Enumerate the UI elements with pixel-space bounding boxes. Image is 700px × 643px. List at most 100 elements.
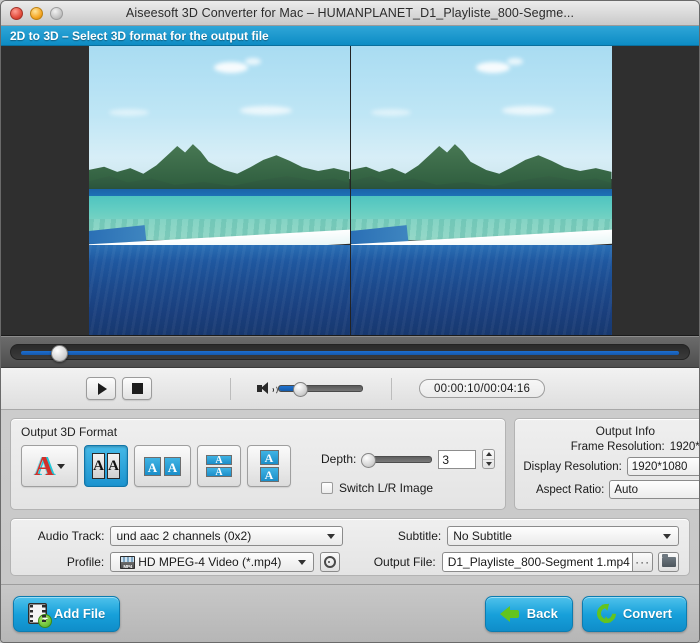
depth-stepper-down[interactable]: [483, 460, 494, 469]
back-button[interactable]: Back: [484, 595, 573, 632]
play-button[interactable]: [86, 377, 116, 400]
add-file-label: Add File: [54, 606, 106, 621]
format-button-top-bottom-full[interactable]: AA: [247, 445, 291, 487]
subtitle-value: No Subtitle: [453, 529, 512, 543]
window-title: Aiseesoft 3D Converter for Mac – HUMANPL…: [125, 6, 575, 20]
output-file-input[interactable]: D1_Playliste_800-Segment 1.mp4: [441, 552, 634, 572]
chevron-down-icon[interactable]: [656, 527, 678, 545]
volume-control[interactable]: [257, 382, 363, 397]
cloud: [213, 62, 248, 73]
output-3d-format-title: Output 3D Format: [21, 425, 118, 439]
depth-stepper-up[interactable]: [483, 450, 495, 460]
depth-slider[interactable]: [361, 452, 433, 468]
chevron-down-icon[interactable]: [291, 553, 313, 571]
chevron-down-icon[interactable]: [56, 463, 65, 469]
switch-lr-label: Switch L/R Image: [339, 481, 434, 495]
frame-resolution-row: Frame Resolution: 1920*1080: [523, 441, 700, 453]
gear-icon: [323, 556, 336, 568]
audio-track-label: Audio Track:: [37, 529, 105, 543]
transport-bar: 00:00:10/00:04:16: [1, 368, 699, 410]
aspect-ratio-select[interactable]: Auto: [609, 480, 699, 499]
output-file-browse-button[interactable]: ···: [633, 552, 654, 572]
output-info-title: Output Info: [595, 424, 656, 438]
output-3d-format-panel: Output 3D Format A AA A A A A A A Depth:…: [10, 418, 507, 510]
format-button-side-by-side-half[interactable]: AA: [134, 445, 191, 487]
add-file-button[interactable]: + Add File: [13, 595, 121, 632]
plus-badge-icon: +: [38, 614, 52, 628]
profile-settings-button[interactable]: [319, 552, 340, 572]
format-button-anaglyph[interactable]: A: [21, 445, 78, 487]
seek-handle[interactable]: [51, 345, 68, 362]
profile-select[interactable]: HD MPEG-4 Video (*.mp4): [110, 552, 314, 572]
seek-track: [21, 351, 679, 355]
convert-icon: [592, 600, 620, 627]
chevron-down-icon[interactable]: [320, 527, 342, 545]
depth-stepper[interactable]: [482, 449, 496, 469]
open-folder-button[interactable]: [658, 552, 679, 572]
audio-track-select[interactable]: und aac 2 channels (0x2): [110, 526, 344, 546]
profile-label: Profile:: [66, 555, 105, 569]
cloud: [245, 58, 262, 65]
profile-output-row: Profile: HD MPEG-4 Video (*.mp4) Output …: [21, 552, 679, 572]
depth-label: Depth:: [321, 452, 357, 466]
cloud: [507, 58, 524, 65]
convert-button[interactable]: Convert: [581, 595, 687, 632]
convert-label: Convert: [622, 606, 672, 621]
add-file-icon: +: [28, 603, 52, 628]
display-resolution-row: Display Resolution: 1920*1080: [523, 457, 699, 476]
side-by-side-full-icon: AA: [92, 453, 120, 479]
output-info-panel: Output Info Frame Resolution: 1920*1080 …: [514, 418, 700, 510]
mp4-icon: [120, 555, 136, 569]
anaglyph-icon: A: [34, 450, 54, 481]
side-by-side-half-icon: AA: [144, 456, 181, 476]
output-file-label: Output File:: [373, 555, 436, 569]
profile-value: HD MPEG-4 Video (*.mp4): [138, 555, 282, 569]
cloud: [239, 106, 292, 115]
seek-bar-area: [1, 336, 699, 368]
volume-slider[interactable]: [278, 382, 363, 397]
depth-slider-handle[interactable]: [361, 452, 377, 468]
top-bottom-full-icon: AA: [259, 450, 279, 482]
footer-bar: + Add File Back Convert: [1, 584, 699, 642]
zoom-button[interactable]: [50, 6, 63, 20]
depth-controls: Depth: 3 Switch L/R Image: [321, 445, 496, 495]
stop-button[interactable]: [122, 377, 152, 400]
subtitle-select[interactable]: No Subtitle: [447, 526, 679, 546]
settings-area: Output 3D Format A AA A A A A A A Depth:…: [1, 410, 699, 510]
format-button-side-by-side-full[interactable]: AA: [84, 445, 128, 487]
format-button-top-bottom-half[interactable]: AA: [197, 445, 241, 487]
close-button[interactable]: [10, 6, 23, 20]
minimize-button[interactable]: [30, 6, 43, 20]
top-bottom-half-icon: AA: [206, 455, 232, 477]
display-resolution-label: Display Resolution:: [523, 460, 622, 473]
cloud: [501, 106, 554, 115]
volume-handle[interactable]: [293, 382, 308, 397]
frame-resolution-value: 1920*1080: [669, 441, 700, 453]
stop-icon: [131, 383, 143, 394]
switch-lr-row[interactable]: Switch L/R Image: [321, 481, 495, 495]
seek-slider[interactable]: [10, 344, 690, 362]
deep-ocean: [350, 245, 612, 335]
play-icon: [97, 382, 107, 395]
deep-ocean: [88, 245, 350, 335]
preview-left-eye: [88, 46, 350, 335]
display-resolution-select[interactable]: 1920*1080: [626, 457, 699, 476]
display-resolution-value: 1920*1080: [631, 460, 688, 473]
time-display: 00:00:10/00:04:16: [419, 379, 546, 398]
arrow-left-icon: [499, 605, 520, 622]
window-controls: [1, 6, 63, 20]
depth-input[interactable]: 3: [438, 449, 477, 469]
audio-track-value: und aac 2 channels (0x2): [116, 529, 252, 543]
format-button-group: A AA AA A A A A: [21, 445, 291, 487]
speaker-icon[interactable]: [257, 382, 278, 395]
step-banner: 2D to 3D – Select 3D format for the outp…: [1, 26, 699, 46]
stereo-pair: [88, 46, 612, 335]
aspect-ratio-label: Aspect Ratio:: [535, 483, 605, 496]
video-preview[interactable]: [1, 46, 699, 336]
divider: [230, 377, 231, 400]
app-window: Aiseesoft 3D Converter for Mac – HUMANPL…: [0, 0, 700, 643]
audio-subtitle-row: Audio Track: und aac 2 channels (0x2) Su…: [21, 526, 679, 546]
switch-lr-checkbox[interactable]: [321, 482, 333, 494]
preview-right-eye: [349, 46, 612, 335]
media-options-panel: Audio Track: und aac 2 channels (0x2) Su…: [10, 518, 690, 576]
